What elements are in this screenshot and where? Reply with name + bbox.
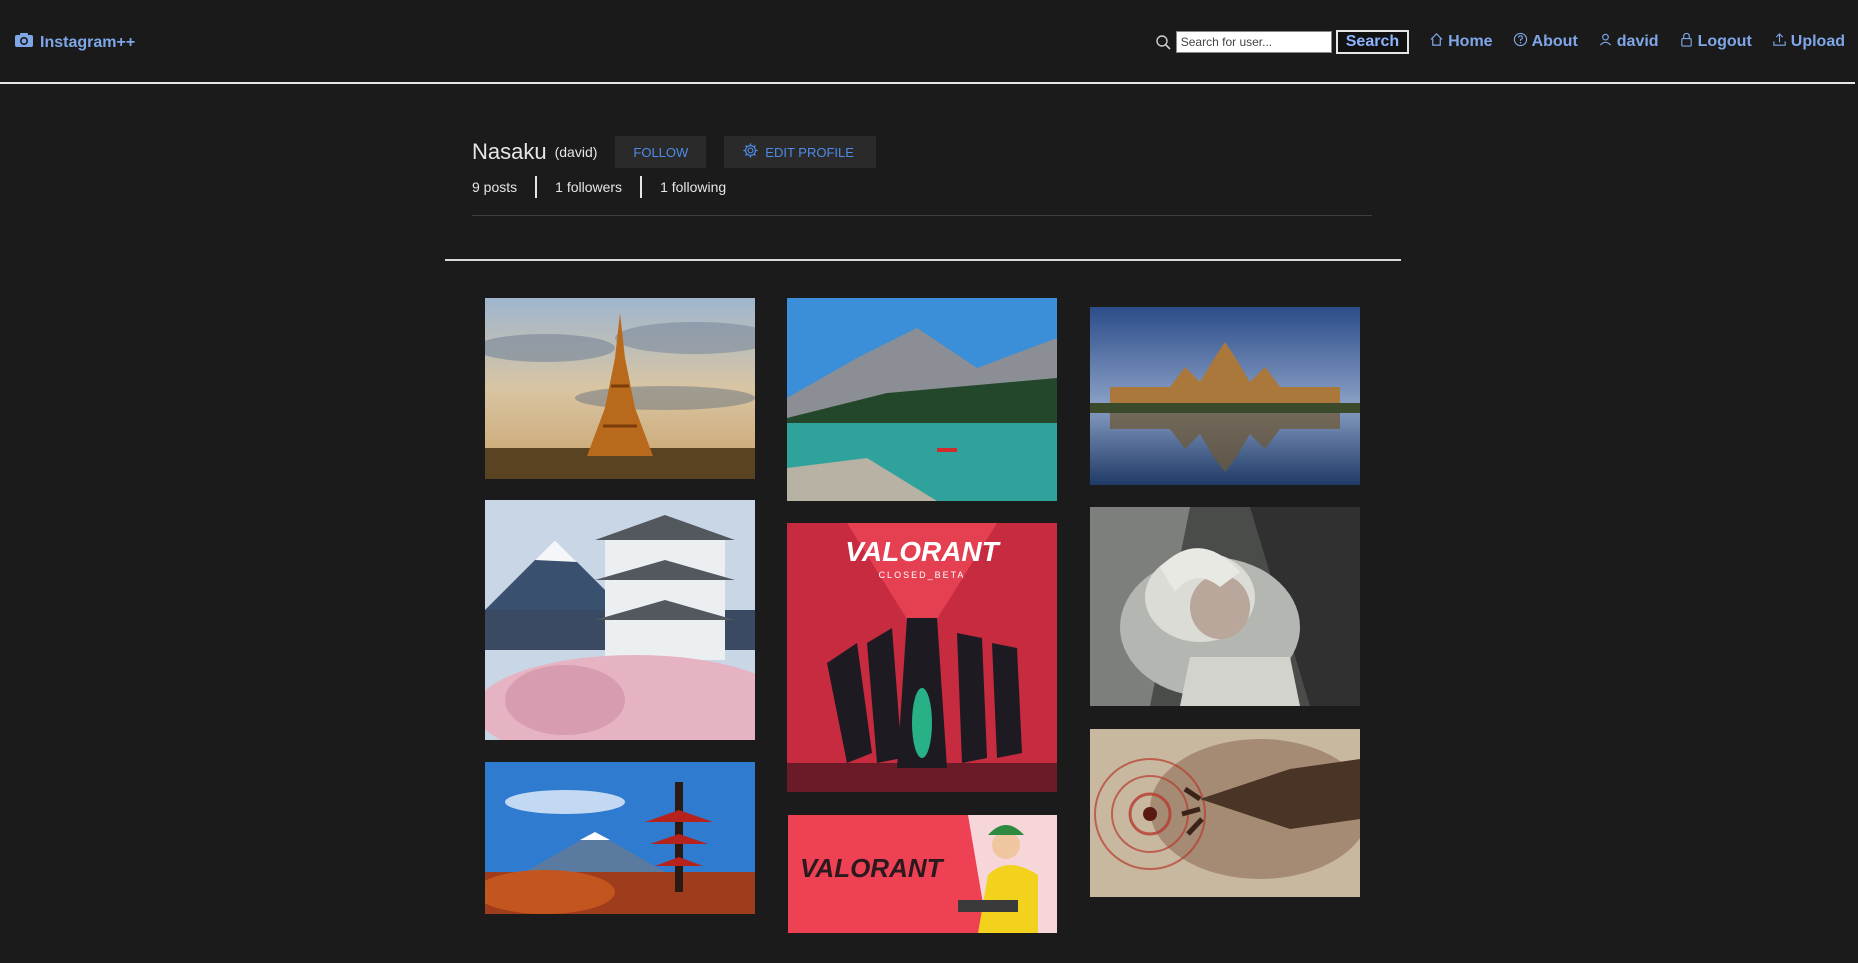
photo-chureito-pagoda[interactable]	[485, 762, 755, 914]
svg-text:VALORANT: VALORANT	[845, 536, 1001, 567]
following-count[interactable]: 1 following	[640, 176, 744, 198]
photo-baby[interactable]	[1090, 507, 1360, 706]
camera-icon	[14, 32, 34, 53]
help-icon	[1513, 32, 1528, 52]
photo-himeji-fuji[interactable]	[485, 500, 755, 740]
photo-eiffel-tower[interactable]	[485, 298, 755, 479]
search-input[interactable]	[1175, 31, 1332, 53]
nav-upload-label: Upload	[1790, 33, 1845, 50]
search-icon	[1155, 34, 1171, 50]
gallery-divider	[445, 259, 1401, 261]
nav-upload[interactable]: Upload	[1772, 32, 1845, 52]
profile-stats: 9 posts 1 followers 1 following	[472, 176, 1372, 198]
lock-icon	[1679, 32, 1694, 52]
posts-count: 9 posts	[472, 179, 518, 195]
nav-logout[interactable]: Logout	[1679, 32, 1752, 52]
profile-name-row: Nasaku (david) FOLLOW EDIT PROFILE	[472, 136, 1372, 168]
svg-text:VALORANT: VALORANT	[800, 853, 945, 883]
nav-home-label: Home	[1448, 33, 1493, 50]
upload-icon	[1772, 32, 1787, 52]
navbar: Instagram++ Search Home About david	[0, 0, 1855, 84]
photo-valorant-killjoy[interactable]: VALORANT	[788, 815, 1057, 933]
profile-header: Nasaku (david) FOLLOW EDIT PROFILE 9 pos…	[472, 136, 1372, 198]
nav-user[interactable]: david	[1598, 32, 1659, 52]
home-icon	[1429, 32, 1444, 52]
photo-fantasy-art[interactable]	[1090, 729, 1360, 897]
nav-user-label: david	[1616, 33, 1659, 50]
nav-about[interactable]: About	[1513, 32, 1578, 52]
nav-right: Search Home About david Logout	[1155, 30, 1845, 54]
nav-logout-label: Logout	[1697, 33, 1752, 50]
photo-valorant-closed-beta[interactable]: VALORANT CLOSED_BETA	[787, 523, 1057, 792]
profile-divider	[472, 215, 1372, 216]
nav-about-label: About	[1531, 33, 1578, 50]
user-icon	[1598, 32, 1613, 52]
edit-profile-label: EDIT PROFILE	[765, 144, 854, 160]
search-button[interactable]: Search	[1335, 30, 1410, 54]
brand-link[interactable]: Instagram++	[14, 32, 135, 53]
gear-icon	[742, 142, 759, 162]
follow-button[interactable]: FOLLOW	[615, 136, 707, 168]
display-name: Nasaku	[472, 139, 547, 164]
edit-profile-button[interactable]: EDIT PROFILE	[724, 136, 876, 168]
photo-mountain-lake[interactable]	[787, 298, 1057, 501]
photo-angkor-wat[interactable]	[1090, 307, 1360, 485]
nav-home[interactable]: Home	[1429, 32, 1493, 52]
followers-count[interactable]: 1 followers	[535, 176, 640, 198]
username: (david)	[554, 144, 598, 160]
svg-text:CLOSED_BETA: CLOSED_BETA	[879, 570, 966, 580]
brand-label: Instagram++	[40, 33, 136, 51]
